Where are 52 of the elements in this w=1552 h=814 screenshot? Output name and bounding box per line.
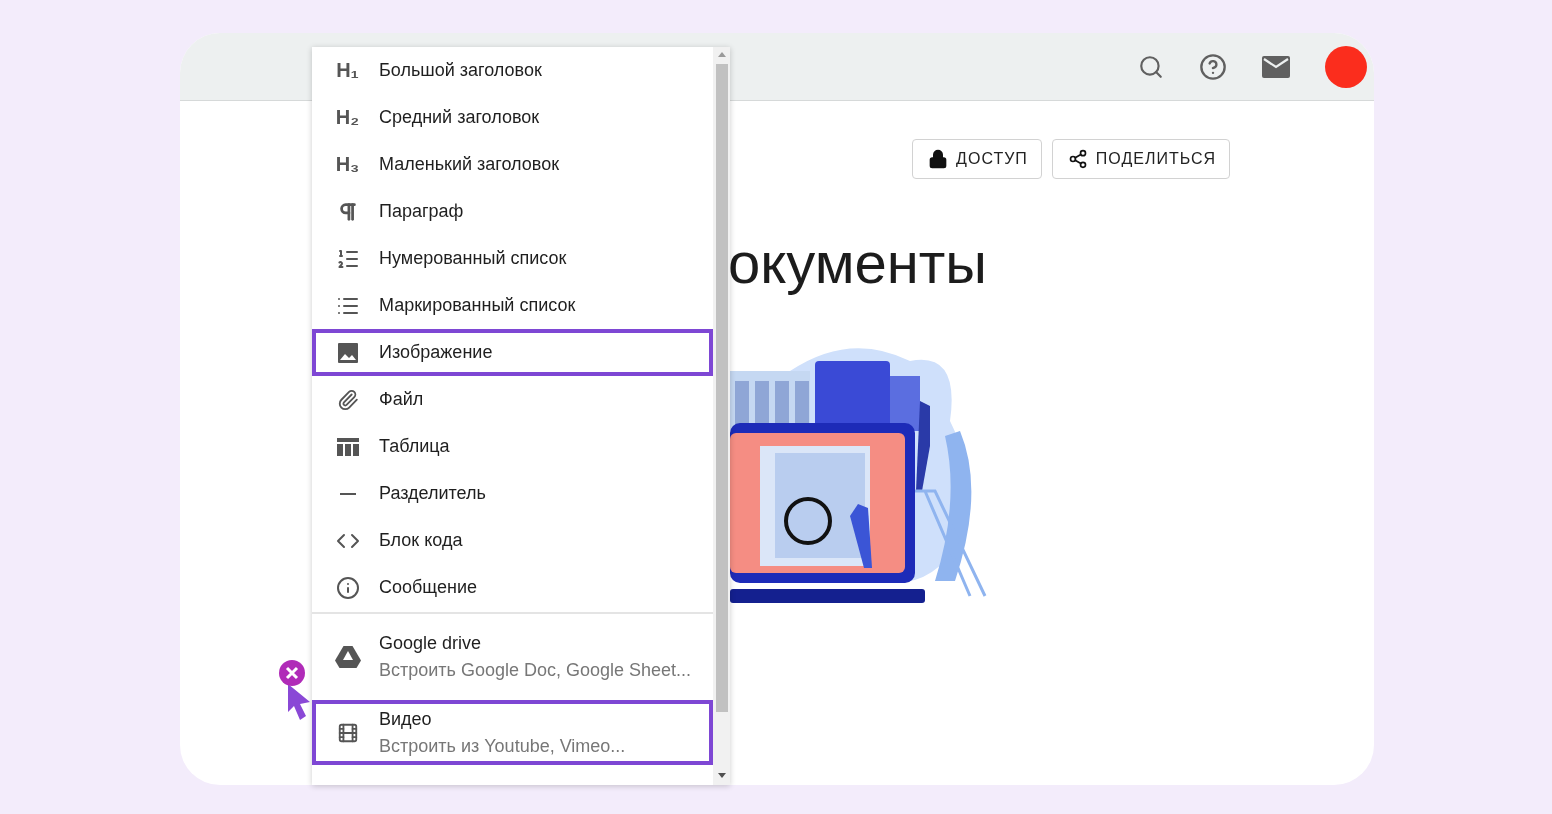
mail-icon[interactable] [1262, 55, 1290, 78]
menu-item[interactable]: Изображение [312, 329, 713, 376]
menu-item-description: Встроить Google Doc, Google Sheet... [379, 660, 692, 681]
menu-item-label: Маленький заголовок [379, 154, 560, 175]
menu-item-description: Встроить из Youtube, Vimeo... [379, 735, 626, 757]
heading-icon: H₃ [335, 153, 360, 176]
menu-item-label: Видео [379, 708, 433, 730]
menu-item[interactable]: Маркированный список [312, 282, 713, 329]
drive-icon [334, 646, 361, 668]
menu-item[interactable]: Параграф [312, 188, 713, 235]
menu-item[interactable]: Сообщение [312, 564, 713, 611]
menu-item-label: Google drive [379, 633, 483, 654]
menu-item[interactable]: Видео Встроить из Youtube, Vimeo... [312, 700, 713, 765]
image-icon [337, 342, 358, 363]
access-button[interactable]: ДОСТУП [912, 139, 1042, 179]
menu-item-label: Таблица [379, 436, 450, 457]
table-icon [336, 437, 359, 456]
document-title: окументы [728, 231, 989, 295]
menu-item-label: Нумерованный список [379, 248, 567, 269]
menu-item[interactable]: Нумерованный список [312, 235, 713, 282]
menu-item[interactable]: Блок кода [312, 517, 713, 564]
scrollbar-thumb[interactable] [715, 64, 728, 712]
menu-item-label: Сообщение [379, 577, 477, 598]
heading-icon: H₁ [336, 59, 359, 82]
scrollbar[interactable] [713, 47, 730, 785]
lock-icon [928, 149, 949, 169]
avatar[interactable] [1325, 45, 1367, 88]
menu-item[interactable]: Таблица [312, 423, 713, 470]
paperclip-icon [336, 388, 359, 411]
search-icon[interactable] [1138, 53, 1164, 80]
menu-item[interactable]: H₁ Большой заголовок [312, 47, 713, 94]
menu-item[interactable]: Файл [312, 376, 713, 423]
heading-icon: H₂ [335, 106, 360, 129]
menu-item[interactable]: Google drive Встроить Google Doc, Google Sheet... [312, 614, 713, 700]
menu-item[interactable]: H₂ Средний заголовок [312, 94, 713, 141]
menu-item-label: Большой заголовок [379, 60, 542, 81]
info-icon [335, 575, 360, 600]
menu-item-label: Параграф [379, 201, 464, 222]
film-icon [336, 721, 359, 744]
minus-icon [339, 492, 356, 495]
menu-item-label: Изображение [379, 342, 493, 363]
share-button[interactable]: ПОДЕЛИТЬСЯ [1051, 139, 1230, 179]
menu-item-label: Маркированный список [379, 295, 576, 316]
share-icon [1067, 149, 1088, 169]
menu-item-label: Файл [379, 389, 424, 410]
menu-item-label: Блок кода [379, 530, 463, 551]
menu-item[interactable]: H₃ Маленький заголовок [312, 141, 713, 188]
help-icon[interactable] [1199, 52, 1227, 81]
scroll-down-icon[interactable] [717, 773, 726, 778]
menu-item-label: Разделитель [379, 483, 486, 504]
menu-item[interactable]: Разделитель [312, 470, 713, 517]
menu-item-label: Средний заголовок [379, 107, 540, 128]
